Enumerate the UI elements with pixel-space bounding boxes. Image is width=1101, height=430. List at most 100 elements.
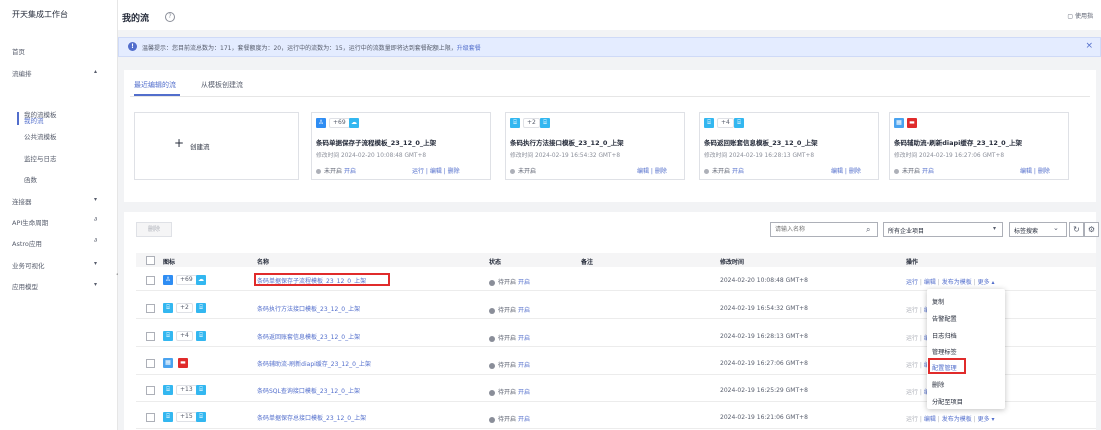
chevron-up-icon[interactable]: ▴ xyxy=(94,68,97,75)
flow-card-ops[interactable]: 编辑 | 删除 xyxy=(637,166,667,175)
enable-link[interactable]: 开启 xyxy=(518,416,530,423)
sidebar-item-home[interactable]: 首页 xyxy=(12,46,25,56)
flow-card-ops[interactable]: 运行 | 编辑 | 删除 xyxy=(412,166,460,175)
menu-item-assign-project[interactable]: 分配至项目 xyxy=(932,397,963,406)
flow-name-link[interactable]: 条码返回账套信息模板_23_12_0_上架 xyxy=(257,332,360,341)
flow-card-title[interactable]: 条码返回账套信息模板_23_12_0_上架 xyxy=(704,137,818,147)
enable-link[interactable]: 开启 xyxy=(518,389,530,396)
delete-button[interactable]: 删除 xyxy=(136,222,172,237)
sidebar-item-functions[interactable]: 函数 xyxy=(24,174,37,184)
gear-icon[interactable]: ⚙ xyxy=(1084,222,1099,237)
edit-link[interactable]: 编辑 xyxy=(924,279,936,286)
flow-card-ops[interactable]: 编辑 | 删除 xyxy=(1020,166,1050,175)
run-link[interactable]: 运行 xyxy=(906,307,918,314)
project-select[interactable]: 所有企业项目 xyxy=(883,222,1003,237)
flow-card-status: 未开启 开启 xyxy=(704,166,744,175)
page-title: 我的流 xyxy=(122,14,150,24)
enable-link[interactable]: 开启 xyxy=(922,168,934,175)
more-link[interactable]: 更多 ▴ xyxy=(978,279,995,286)
status-text: 待开启 xyxy=(498,362,517,369)
enable-link[interactable]: 开启 xyxy=(518,279,530,286)
sidebar-item-my-flow-templates[interactable]: 我的流模板 xyxy=(24,109,57,119)
flow-name-link[interactable]: 条码辅助流-刷新diapi缓存_23_12_0_上架 xyxy=(257,359,371,368)
flow-card-title[interactable]: 条码执行方法接口模板_23_12_0_上架 xyxy=(510,137,624,147)
select-all-checkbox[interactable] xyxy=(146,256,155,265)
usage-guide-link[interactable]: ▢ 使用指 xyxy=(1067,11,1093,20)
col-status: 状态 xyxy=(489,259,502,266)
chevron-down-icon[interactable]: ▾ xyxy=(94,196,97,203)
plus-icon: + xyxy=(174,136,185,150)
chevron-down-icon[interactable]: ▾ xyxy=(94,281,97,288)
close-icon[interactable]: × xyxy=(1085,41,1093,51)
run-link[interactable]: 运行 xyxy=(906,279,918,286)
publish-template-link[interactable]: 发布为模板 xyxy=(942,279,972,286)
row-checkbox[interactable] xyxy=(146,359,155,368)
upgrade-link[interactable]: 升级套餐 xyxy=(457,45,481,52)
chevron-down-icon[interactable]: ▾ xyxy=(94,260,97,267)
refresh-icon[interactable]: ↻ xyxy=(1069,222,1084,237)
row-status: 待开启 开启 xyxy=(489,414,530,423)
flow-card-status: 未开启 xyxy=(510,166,536,175)
connector-icon: ⌸ xyxy=(196,385,206,395)
flow-card-title[interactable]: 条码辅助流-刷新diapi缓存_23_12_0_上架 xyxy=(894,137,1022,147)
enable-link[interactable]: 开启 xyxy=(518,362,530,369)
row-status: 待开启 开启 xyxy=(489,360,530,369)
grid-app-icon: ▦ xyxy=(163,358,173,368)
sidebar-item-biz-visualization[interactable]: 业务可视化 xyxy=(12,260,45,270)
flow-name-link[interactable]: 条码单据保存总接口模板_23_12_0_上架 xyxy=(257,413,366,422)
sidebar-item-flow-orchestration[interactable]: 流编排 xyxy=(12,68,32,78)
search-icon[interactable]: ⌕ xyxy=(866,225,870,235)
chevron-down-icon[interactable]: ⌄ xyxy=(1053,224,1059,232)
link-icon[interactable]: ∂ xyxy=(94,237,97,244)
run-link[interactable]: 运行 xyxy=(906,389,918,396)
menu-item-manage-tags[interactable]: 管理标签 xyxy=(932,347,957,356)
more-link[interactable]: 更多 ▾ xyxy=(978,416,995,423)
sidebar-item-app-model[interactable]: 应用模型 xyxy=(12,281,38,291)
enable-link[interactable]: 开启 xyxy=(518,307,530,314)
status-text: 未开启 xyxy=(712,168,731,175)
tab-recent-edited[interactable]: 最近编辑的流 xyxy=(134,80,176,90)
connector-count: +13 xyxy=(176,385,197,395)
search-input[interactable] xyxy=(770,222,878,237)
menu-item-log-archive[interactable]: 日志归档 xyxy=(932,331,957,340)
row-time: 2024-02-19 16:21:06 GMT+8 xyxy=(720,414,808,421)
col-modified: 修改时间 xyxy=(720,259,745,266)
row-checkbox[interactable] xyxy=(146,386,155,395)
edit-link[interactable]: 编辑 xyxy=(924,416,936,423)
row-ops: 运行 | 编辑 | 发布为模板 | 更多 ▾ xyxy=(906,416,995,423)
run-link[interactable]: 运行 xyxy=(906,362,918,369)
sidebar-item-monitor-logs[interactable]: 监控与日志 xyxy=(24,153,57,163)
sidebar-item-api-lifecycle[interactable]: API生命周期 xyxy=(12,217,48,227)
sidebar-item-connectors[interactable]: 连接器 xyxy=(12,196,32,206)
run-link[interactable]: 运行 xyxy=(906,335,918,342)
sidebar-item-public-flow-templates[interactable]: 公共流模板 xyxy=(24,131,57,141)
row-checkbox[interactable] xyxy=(146,304,155,313)
menu-item-copy[interactable]: 复制 xyxy=(932,297,944,306)
connector-icon: ⌸ xyxy=(196,331,206,341)
tab-create-from-template[interactable]: 从模板创建流 xyxy=(201,80,243,90)
row-checkbox[interactable] xyxy=(146,413,155,422)
chevron-down-icon[interactable]: ▾ xyxy=(993,225,996,232)
status-text: 待开启 xyxy=(498,335,517,342)
enable-link[interactable]: 开启 xyxy=(344,168,356,175)
col-ops: 操作 xyxy=(906,259,919,266)
menu-item-alarm-config[interactable]: 告警配置 xyxy=(932,314,957,323)
flow-name-link[interactable]: 条码SQL查询接口模板_23_12_0_上架 xyxy=(257,386,360,395)
menu-item-delete[interactable]: 删除 xyxy=(932,380,944,389)
row-checkbox[interactable] xyxy=(146,276,155,285)
flow-card-ops[interactable]: 编辑 | 删除 xyxy=(831,166,861,175)
enable-link[interactable]: 开启 xyxy=(732,168,744,175)
flow-card-title[interactable]: 条码单据保存子流程模板_23_12_0_上架 xyxy=(316,137,436,147)
row-status: 待开启 开启 xyxy=(489,387,530,396)
enable-link[interactable]: 开启 xyxy=(518,335,530,342)
run-link[interactable]: 运行 xyxy=(906,416,918,423)
notice-message: 温馨提示：您目前流总数为：171，套餐额度为：20，运行中的流数为：15，运行中… xyxy=(142,45,457,52)
row-checkbox[interactable] xyxy=(146,332,155,341)
help-icon[interactable]: ? xyxy=(165,12,175,22)
sidebar-item-astro[interactable]: Astro应用 xyxy=(12,238,42,248)
link-icon[interactable]: ∂ xyxy=(94,216,97,223)
row-status: 待开启 开启 xyxy=(489,277,530,286)
create-flow-card[interactable] xyxy=(134,112,299,180)
flow-name-link[interactable]: 条码执行方法接口模板_23_12_0_上架 xyxy=(257,304,360,313)
publish-template-link[interactable]: 发布为模板 xyxy=(942,416,972,423)
